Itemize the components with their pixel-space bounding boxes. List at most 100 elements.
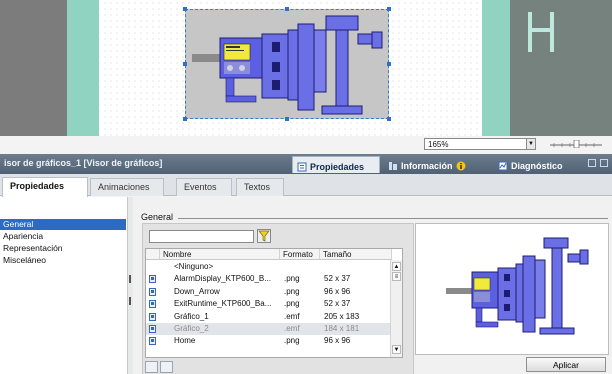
tab-info-label: Información <box>401 161 453 171</box>
table-row-selected[interactable]: Gráfico_2 .emf 184 x 181 <box>146 323 390 336</box>
graphics-list-panel: Nombre Formato Tamaño <Ninguno> AlarmDis… <box>142 223 414 374</box>
row-name: Gráfico_1 <box>174 311 209 321</box>
filter-button[interactable] <box>257 229 271 243</box>
maximize-icon[interactable] <box>600 159 608 167</box>
chevron-down-icon[interactable]: ▼ <box>526 138 536 150</box>
file-icon <box>149 325 156 333</box>
filter-input[interactable] <box>149 230 254 243</box>
row-name: Gráfico_2 <box>174 324 209 333</box>
hmi-canvas[interactable] <box>0 0 612 136</box>
row-format: .png <box>284 286 300 296</box>
file-icon <box>149 337 156 346</box>
row-name: <Ninguno> <box>174 262 214 271</box>
canvas-teal-block-left <box>67 0 99 136</box>
graphic-view-selection[interactable] <box>183 7 391 121</box>
splitter-grip-top <box>129 275 131 283</box>
nav-item-representacion[interactable]: Representación <box>0 243 126 254</box>
column-header-format[interactable]: Formato <box>280 249 320 260</box>
row-name: AlarmDisplay_KTP600_B... <box>174 274 271 284</box>
panel-splitter[interactable] <box>128 197 133 374</box>
tab-properties[interactable]: Propiedades <box>292 156 380 173</box>
tab-diagnostics[interactable]: Diagnóstico <box>494 156 569 173</box>
canvas-gray-block <box>0 0 67 136</box>
tab-animaciones[interactable]: Animaciones <box>90 178 164 196</box>
export-graphic-icon[interactable] <box>160 361 173 373</box>
inspector-titlebar: isor de gráficos_1 [Visor de gráficos] P… <box>0 154 612 174</box>
file-icon <box>149 300 156 309</box>
table-row[interactable]: Home .png 96 x 96 <box>146 335 390 347</box>
table-scrollbar[interactable]: ▲ ≡ ▼ <box>390 260 402 357</box>
resize-handle-ne[interactable] <box>387 7 391 11</box>
tab-propiedades[interactable]: Propiedades <box>2 177 88 197</box>
properties-icon <box>297 162 307 171</box>
table-row[interactable]: <Ninguno> <box>146 261 390 273</box>
row-name: ExitRuntime_KTP600_Ba... <box>174 299 272 309</box>
resize-handle-nw[interactable] <box>183 7 187 11</box>
row-size: 205 x 183 <box>324 311 360 321</box>
import-graphic-icon[interactable] <box>145 361 158 373</box>
file-icon <box>149 312 156 321</box>
info-icon <box>389 162 397 170</box>
diagnostics-icon <box>498 161 508 171</box>
table-row[interactable]: ExitRuntime_KTP600_Ba... .png 52 x 37 <box>146 298 390 310</box>
table-row[interactable]: Gráfico_1 .emf 205 x 183 <box>146 311 390 323</box>
row-size: 52 x 37 <box>324 274 351 284</box>
nav-item-apariencia[interactable]: Apariencia <box>0 231 126 242</box>
scroll-thumb[interactable]: ≡ <box>392 272 401 281</box>
resize-handle-s[interactable] <box>285 117 289 121</box>
zoom-slider[interactable] <box>548 140 604 148</box>
resize-handle-se[interactable] <box>387 117 391 121</box>
row-name: Home <box>174 336 196 346</box>
canvas-dark-block-right <box>510 0 612 136</box>
row-size: 96 x 96 <box>324 336 351 346</box>
row-format: .png <box>284 274 300 284</box>
row-size: 52 x 37 <box>324 299 351 309</box>
file-icon <box>149 287 156 296</box>
graphic-preview <box>415 223 609 355</box>
restore-icon[interactable] <box>588 159 596 167</box>
row-size: 96 x 96 <box>324 286 351 296</box>
graphics-table: Nombre Formato Tamaño <Ninguno> AlarmDis… <box>145 248 403 358</box>
row-format: .emf <box>284 311 300 321</box>
tab-textos[interactable]: Textos <box>236 178 284 196</box>
row-size: 184 x 181 <box>324 324 360 333</box>
section-divider <box>178 218 608 219</box>
resize-handle-e[interactable] <box>387 62 391 66</box>
row-format: .emf <box>284 324 300 333</box>
apply-button[interactable]: Aplicar <box>526 357 606 372</box>
inspector-title: isor de gráficos_1 [Visor de gráficos] <box>4 158 163 168</box>
hmi-button-glyph <box>528 12 554 52</box>
column-header-name[interactable]: Nombre <box>160 249 280 260</box>
zoom-slider-thumb[interactable] <box>573 140 580 148</box>
resize-handle-sw[interactable] <box>183 117 187 121</box>
tab-diagnostics-label: Diagnóstico <box>511 161 563 171</box>
general-section: General Nombre Formato Tamaño <Ninguno> … <box>134 197 612 374</box>
filter-icon <box>258 230 270 242</box>
splitter-grip-bottom <box>129 297 131 305</box>
pump-preview-graphic <box>446 237 589 335</box>
tab-eventos[interactable]: Eventos <box>176 178 232 196</box>
column-header-size[interactable]: Tamaño <box>320 249 392 260</box>
row-format: .png <box>284 336 300 346</box>
window-controls <box>588 159 608 167</box>
resize-handle-n[interactable] <box>285 7 289 11</box>
nav-item-general[interactable]: General <box>0 219 126 230</box>
section-title: General <box>141 212 174 222</box>
property-category-list: General Apariencia Representación Miscel… <box>0 197 128 374</box>
list-toolbar <box>145 361 173 373</box>
zoom-select[interactable]: 165% <box>424 138 528 150</box>
table-row[interactable]: AlarmDisplay_KTP600_B... .png 52 x 37 <box>146 273 390 285</box>
table-header-icon-col <box>146 249 160 260</box>
properties-subtabs: Propiedades Animaciones Eventos Textos <box>0 174 612 197</box>
nav-item-miscelaneo[interactable]: Misceláneo <box>0 255 126 266</box>
row-format: .png <box>284 299 300 309</box>
pump-graphic <box>192 15 383 115</box>
scroll-up-icon[interactable]: ▲ <box>392 262 401 271</box>
scroll-down-icon[interactable]: ▼ <box>392 345 401 354</box>
tab-properties-label: Propiedades <box>310 161 365 172</box>
row-name: Down_Arrow <box>174 286 220 296</box>
resize-handle-w[interactable] <box>183 62 187 66</box>
table-row[interactable]: Down_Arrow .png 96 x 96 <box>146 286 390 298</box>
file-icon <box>149 275 156 284</box>
tab-info[interactable]: Información <box>384 156 472 173</box>
